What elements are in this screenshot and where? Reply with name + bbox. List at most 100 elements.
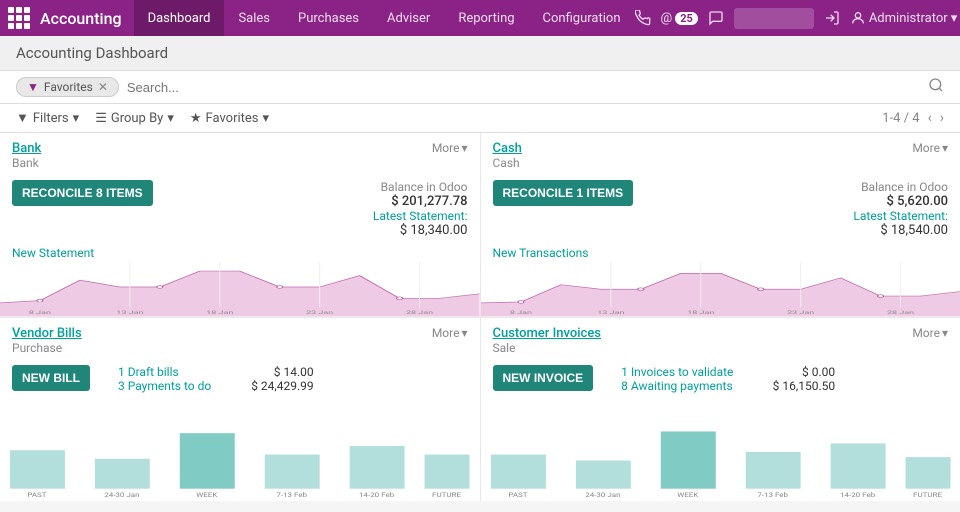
svg-text:7-13 Feb: 7-13 Feb (276, 490, 307, 498)
nav-configuration[interactable]: Configuration (529, 0, 635, 36)
cash-more-label: More (912, 141, 940, 155)
svg-text:14-20 Feb: 14-20 Feb (840, 490, 875, 498)
next-page-btn[interactable]: › (940, 110, 944, 126)
bank-title[interactable]: Bank (12, 141, 41, 156)
bank-more-label: More (432, 141, 460, 155)
group-by-btn[interactable]: ☰ Group By ▾ (95, 110, 174, 126)
cash-new-transactions-link[interactable]: New Transactions (481, 244, 960, 262)
at-icon-btn[interactable]: @ 25 (661, 11, 698, 26)
group-icon: ☰ (95, 111, 107, 126)
brand-title: Accounting (40, 9, 122, 28)
apps-icon[interactable] (8, 7, 30, 29)
vendor-bills-card: Vendor Bills Purchase More ▾ NEW BILL 1 … (0, 318, 480, 502)
new-bill-btn[interactable]: NEW BILL (12, 365, 90, 391)
nav-adviser[interactable]: Adviser (373, 0, 444, 36)
filter-pill-close[interactable]: ✕ (98, 80, 108, 94)
customer-card-header: Customer Invoices Sale More ▾ (481, 318, 960, 359)
bank-title-section: Bank Bank (12, 141, 41, 170)
filters-label: Filters (33, 111, 69, 126)
svg-text:18 Jan: 18 Jan (687, 311, 714, 316)
prev-page-btn[interactable]: ‹ (928, 110, 932, 126)
nav-dashboard[interactable]: Dashboard (134, 0, 225, 36)
cash-card: Cash Cash More ▾ RECONCILE 1 ITEMS Balan… (481, 133, 960, 317)
svg-text:WEEK: WEEK (196, 490, 218, 498)
vendor-links: 1 Draft bills $ 14.00 3 Payments to do $… (118, 365, 314, 393)
bank-balance-label: Balance in Odoo (373, 180, 468, 194)
at-symbol: @ (661, 11, 673, 26)
chat-icon-btn[interactable] (708, 10, 724, 26)
vendor-title[interactable]: Vendor Bills (12, 326, 82, 341)
favorites-filter-pill[interactable]: ▼ Favorites ✕ (16, 77, 119, 97)
bank-statement-amount: $ 18,340.00 (373, 223, 468, 238)
bank-card-header: Bank Bank More ▾ (0, 133, 480, 174)
svg-text:8 Jan: 8 Jan (509, 311, 531, 316)
cash-balance-info: Balance in Odoo $ 5,620.00 Latest Statem… (853, 180, 948, 238)
svg-text:8 Jan: 8 Jan (29, 311, 51, 316)
draft-bills-link[interactable]: 1 Draft bills (118, 365, 179, 379)
bank-card-body: RECONCILE 8 ITEMS Balance in Odoo $ 201,… (0, 174, 480, 244)
control-right: 1-4 / 4 ‹ › (882, 110, 944, 126)
search-icon-btn[interactable] (928, 77, 944, 97)
customer-card-body: NEW INVOICE 1 Invoices to validate $ 0.0… (481, 359, 960, 399)
svg-text:28 Jan: 28 Jan (406, 311, 433, 316)
svg-text:23 Jan: 23 Jan (787, 311, 814, 316)
search-input[interactable] (127, 80, 920, 95)
filter-pill-label: Favorites (44, 80, 93, 94)
customer-more-btn[interactable]: More ▾ (912, 326, 948, 340)
user-profile-btn[interactable]: Administrator ▾ (850, 10, 957, 26)
bank-reconcile-btn[interactable]: RECONCILE 8 ITEMS (12, 180, 153, 206)
vendor-link2-row: 3 Payments to do $ 24,429.99 (118, 379, 314, 393)
user-name: Administrator (869, 11, 948, 26)
new-invoice-btn[interactable]: NEW INVOICE (493, 365, 594, 391)
filter-icon: ▼ (16, 110, 29, 126)
nav-sales[interactable]: Sales (224, 0, 284, 36)
phone-icon-btn[interactable] (635, 10, 651, 26)
nav-reporting[interactable]: Reporting (444, 0, 528, 36)
svg-text:23 Jan: 23 Jan (306, 311, 333, 316)
cash-statement-amount: $ 18,540.00 (853, 223, 948, 238)
vendor-more-arrow: ▾ (461, 326, 467, 340)
vendor-subtitle: Purchase (12, 341, 82, 355)
cash-balance-label: Balance in Odoo (853, 180, 948, 194)
vendor-card-body: NEW BILL 1 Draft bills $ 14.00 3 Payment… (0, 359, 480, 399)
cash-more-btn[interactable]: More ▾ (912, 141, 948, 155)
invoices-to-validate-link[interactable]: 1 Invoices to validate (621, 365, 733, 379)
customer-link2-row: 8 Awaiting payments $ 16,150.50 (621, 379, 835, 393)
customer-invoices-card: Customer Invoices Sale More ▾ NEW INVOIC… (481, 318, 960, 502)
filters-btn[interactable]: ▼ Filters ▾ (16, 110, 79, 126)
svg-text:14-20 Feb: 14-20 Feb (359, 490, 394, 498)
svg-text:13 Jan: 13 Jan (597, 311, 624, 316)
cash-reconcile-btn[interactable]: RECONCILE 1 ITEMS (493, 180, 634, 206)
svg-text:18 Jan: 18 Jan (206, 311, 233, 316)
bank-subtitle: Bank (12, 156, 41, 170)
nav-purchases[interactable]: Purchases (284, 0, 373, 36)
bank-balance-amount: $ 201,277.78 (373, 194, 468, 209)
top-search-input[interactable] (734, 8, 814, 29)
awaiting-payments-link[interactable]: 8 Awaiting payments (621, 379, 733, 393)
bank-card: Bank Bank More ▾ RECONCILE 8 ITEMS Balan… (0, 133, 480, 317)
vendor-more-btn[interactable]: More ▾ (432, 326, 468, 340)
user-dropdown-arrow: ▾ (951, 11, 958, 26)
customer-title[interactable]: Customer Invoices (493, 326, 601, 341)
customer-subtitle: Sale (493, 341, 601, 355)
customer-more-label: More (912, 326, 940, 340)
payments-to-do-link[interactable]: 3 Payments to do (118, 379, 211, 393)
customer-title-section: Customer Invoices Sale (493, 326, 601, 355)
vendor-title-section: Vendor Bills Purchase (12, 326, 82, 355)
top-nav: Accounting Dashboard Sales Purchases Adv… (0, 0, 960, 36)
cash-chart: 8 Jan 13 Jan 18 Jan 23 Jan 28 Jan (481, 262, 960, 317)
svg-text:PAST: PAST (508, 490, 528, 498)
svg-text:24-30 Jan: 24-30 Jan (104, 490, 139, 498)
cash-more-arrow: ▾ (942, 141, 948, 155)
draft-bills-amount: $ 14.00 (274, 365, 314, 379)
bank-new-statement-link[interactable]: New Statement (0, 244, 480, 262)
favorites-btn[interactable]: ★ Favorites ▾ (190, 110, 269, 126)
login-icon-btn[interactable] (824, 10, 840, 26)
bank-more-btn[interactable]: More ▾ (432, 141, 468, 155)
cash-title[interactable]: Cash (493, 141, 522, 156)
vendor-link1-row: 1 Draft bills $ 14.00 (118, 365, 314, 379)
control-left: ▼ Filters ▾ ☰ Group By ▾ ★ Favorites ▾ (16, 110, 269, 126)
svg-text:24-30 Jan: 24-30 Jan (585, 490, 620, 498)
awaiting-payments-amount: $ 16,150.50 (773, 379, 835, 393)
customer-more-arrow: ▾ (942, 326, 948, 340)
